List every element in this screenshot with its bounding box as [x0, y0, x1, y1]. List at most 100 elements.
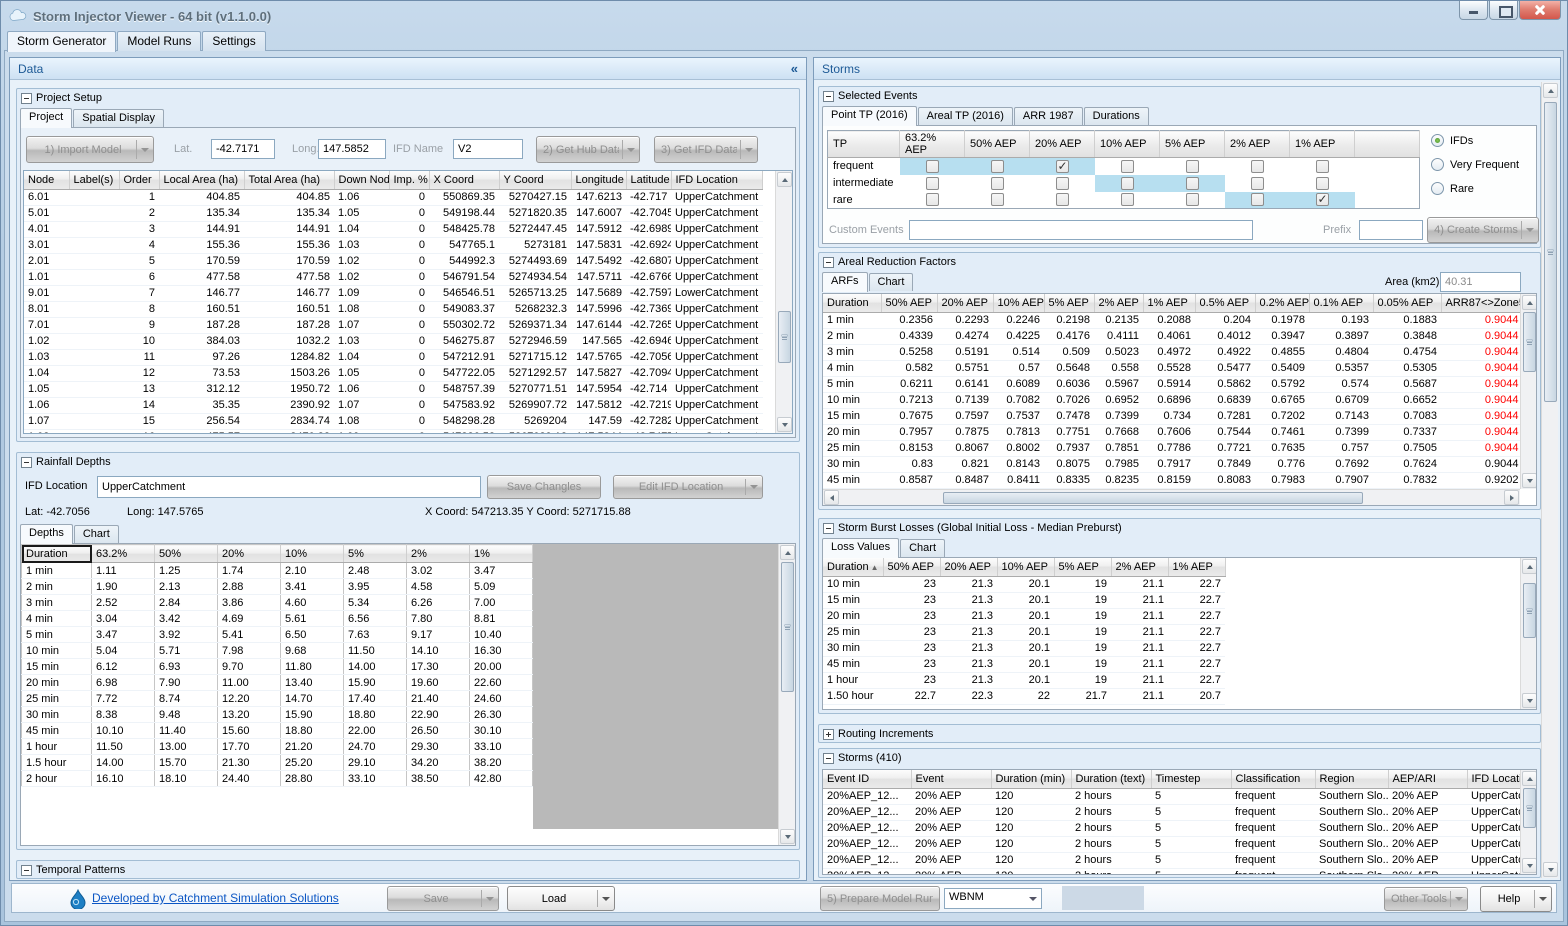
- table-cell[interactable]: 120: [991, 820, 1071, 836]
- column-header[interactable]: 1% AEP: [1143, 294, 1195, 312]
- table-cell[interactable]: LowerCatchment: [671, 285, 763, 301]
- table-cell[interactable]: 29.30: [407, 739, 470, 755]
- table-cell[interactable]: 0.5258: [881, 344, 937, 360]
- table-cell[interactable]: 1.06: [334, 189, 389, 205]
- table-cell[interactable]: 21.40: [407, 691, 470, 707]
- table-cell[interactable]: 21.1: [1111, 608, 1168, 624]
- create-storms-button[interactable]: 4) Create Storms: [1427, 217, 1539, 243]
- table-cell[interactable]: 0.7875: [937, 424, 993, 440]
- table-cell[interactable]: 0.4804: [1309, 344, 1373, 360]
- table-cell[interactable]: 19: [1054, 640, 1111, 656]
- table-cell[interactable]: 0.57: [993, 360, 1044, 376]
- table-cell[interactable]: 4.69: [218, 611, 281, 627]
- table-cell[interactable]: 4 min: [823, 360, 881, 376]
- event-checkbox[interactable]: [1316, 177, 1329, 190]
- table-cell[interactable]: 548298.28: [429, 413, 499, 429]
- table-cell[interactable]: 1503.26: [244, 365, 334, 381]
- table-cell[interactable]: 0.7692: [1309, 456, 1373, 472]
- table-cell[interactable]: 20% AEP: [911, 836, 991, 852]
- table-cell[interactable]: 147.5492: [571, 253, 626, 269]
- table-cell[interactable]: UpperCatchment: [671, 397, 763, 413]
- table-cell[interactable]: 2.88: [218, 579, 281, 595]
- table-cell[interactable]: 15: [119, 413, 159, 429]
- table-cell[interactable]: 0.7983: [1255, 472, 1309, 488]
- column-header[interactable]: 50%: [155, 545, 218, 563]
- table-cell[interactable]: 404.85: [159, 189, 244, 205]
- import-model-button[interactable]: 1) Import Model: [26, 136, 154, 163]
- table-cell[interactable]: 20%AEP_12...: [823, 788, 911, 804]
- table-cell[interactable]: 21.1: [1111, 656, 1168, 672]
- event-checkbox[interactable]: [991, 160, 1004, 173]
- table-cell[interactable]: UpperCatchment: [671, 349, 763, 365]
- table-cell[interactable]: 547722.05: [429, 365, 499, 381]
- table-cell[interactable]: 11.80: [281, 659, 344, 675]
- table-cell[interactable]: 0.4061: [1143, 328, 1195, 344]
- table-cell[interactable]: 1.05: [334, 365, 389, 381]
- table-cell[interactable]: 0.5687: [1373, 376, 1441, 392]
- table-cell[interactable]: 3.01: [24, 237, 69, 253]
- table-cell[interactable]: 1.06: [334, 381, 389, 397]
- table-cell[interactable]: 0.5023: [1094, 344, 1143, 360]
- table-cell[interactable]: 0: [389, 333, 429, 349]
- table-cell[interactable]: 0.2088: [1143, 312, 1195, 328]
- table-cell[interactable]: 21.20: [281, 739, 344, 755]
- table-cell[interactable]: 34.20: [407, 755, 470, 771]
- table-cell[interactable]: 0: [389, 221, 429, 237]
- table-cell[interactable]: 0: [389, 301, 429, 317]
- table-cell[interactable]: 20%AEP_12...: [823, 852, 911, 868]
- table-cell[interactable]: 20% AEP: [1388, 852, 1467, 868]
- table-cell[interactable]: 170.59: [159, 253, 244, 269]
- column-header[interactable]: Label(s): [69, 171, 119, 189]
- column-header[interactable]: AEP/ARI: [1388, 770, 1467, 788]
- table-cell[interactable]: 20.1: [997, 608, 1054, 624]
- table-cell[interactable]: 9.70: [218, 659, 281, 675]
- table-cell[interactable]: 160.51: [159, 301, 244, 317]
- table-cell[interactable]: 25 min: [22, 691, 92, 707]
- table-cell[interactable]: 21.3: [940, 608, 997, 624]
- radio-icon[interactable]: [1431, 182, 1444, 195]
- event-checkbox[interactable]: [926, 160, 939, 173]
- event-checkbox[interactable]: [1251, 193, 1264, 206]
- table-cell[interactable]: -42.6989: [626, 221, 671, 237]
- table-cell[interactable]: 0.7937: [1044, 440, 1094, 456]
- table-cell[interactable]: 30 min: [823, 456, 881, 472]
- table-cell[interactable]: 0.5477: [1195, 360, 1255, 376]
- table-cell[interactable]: 7.90: [155, 675, 218, 691]
- table-cell[interactable]: [69, 429, 119, 434]
- scrollbar-thumb[interactable]: [1523, 312, 1536, 372]
- table-cell[interactable]: 0.2356: [881, 312, 937, 328]
- table-cell[interactable]: 5 min: [22, 627, 92, 643]
- table-cell[interactable]: 97.26: [159, 349, 244, 365]
- table-cell[interactable]: 0.7721: [1195, 440, 1255, 456]
- table-cell[interactable]: 0.7544: [1195, 424, 1255, 440]
- table-cell[interactable]: 1.06: [24, 397, 69, 413]
- table-cell[interactable]: 16: [119, 429, 159, 434]
- table-cell[interactable]: 2834.74: [244, 413, 334, 429]
- table-cell[interactable]: 12.20: [218, 691, 281, 707]
- table-cell[interactable]: [69, 333, 119, 349]
- table-cell[interactable]: 0.9202: [1441, 472, 1523, 488]
- table-cell[interactable]: 20.1: [997, 576, 1054, 592]
- table-cell[interactable]: 546546.51: [429, 285, 499, 301]
- collapse-icon[interactable]: [823, 257, 834, 268]
- table-cell[interactable]: 9.68: [281, 643, 344, 659]
- table-cell[interactable]: 0.6765: [1255, 392, 1309, 408]
- table-cell[interactable]: 22.7: [1168, 656, 1225, 672]
- table-cell[interactable]: 0.3947: [1255, 328, 1309, 344]
- table-cell[interactable]: 15.60: [218, 723, 281, 739]
- tab-durations[interactable]: Durations: [1084, 107, 1149, 125]
- event-checkbox[interactable]: [1316, 193, 1329, 206]
- table-cell[interactable]: 2 hours: [1071, 868, 1151, 875]
- save-changes-button[interactable]: Save Changles: [487, 475, 601, 499]
- column-header[interactable]: 50% AEP: [883, 558, 940, 576]
- column-header[interactable]: 0.05% AEP: [1373, 294, 1441, 312]
- column-header[interactable]: Order: [119, 171, 159, 189]
- table-cell[interactable]: 1.07: [24, 413, 69, 429]
- table-cell[interactable]: 3.02: [407, 563, 470, 579]
- scrollbar-thumb[interactable]: [781, 562, 794, 692]
- table-cell[interactable]: 0.204: [1195, 312, 1255, 328]
- table-cell[interactable]: -42.7056: [626, 349, 671, 365]
- table-cell[interactable]: 0.8335: [1044, 472, 1094, 488]
- table-cell[interactable]: 5270771.51: [499, 381, 571, 397]
- table-cell[interactable]: 0.7606: [1143, 424, 1195, 440]
